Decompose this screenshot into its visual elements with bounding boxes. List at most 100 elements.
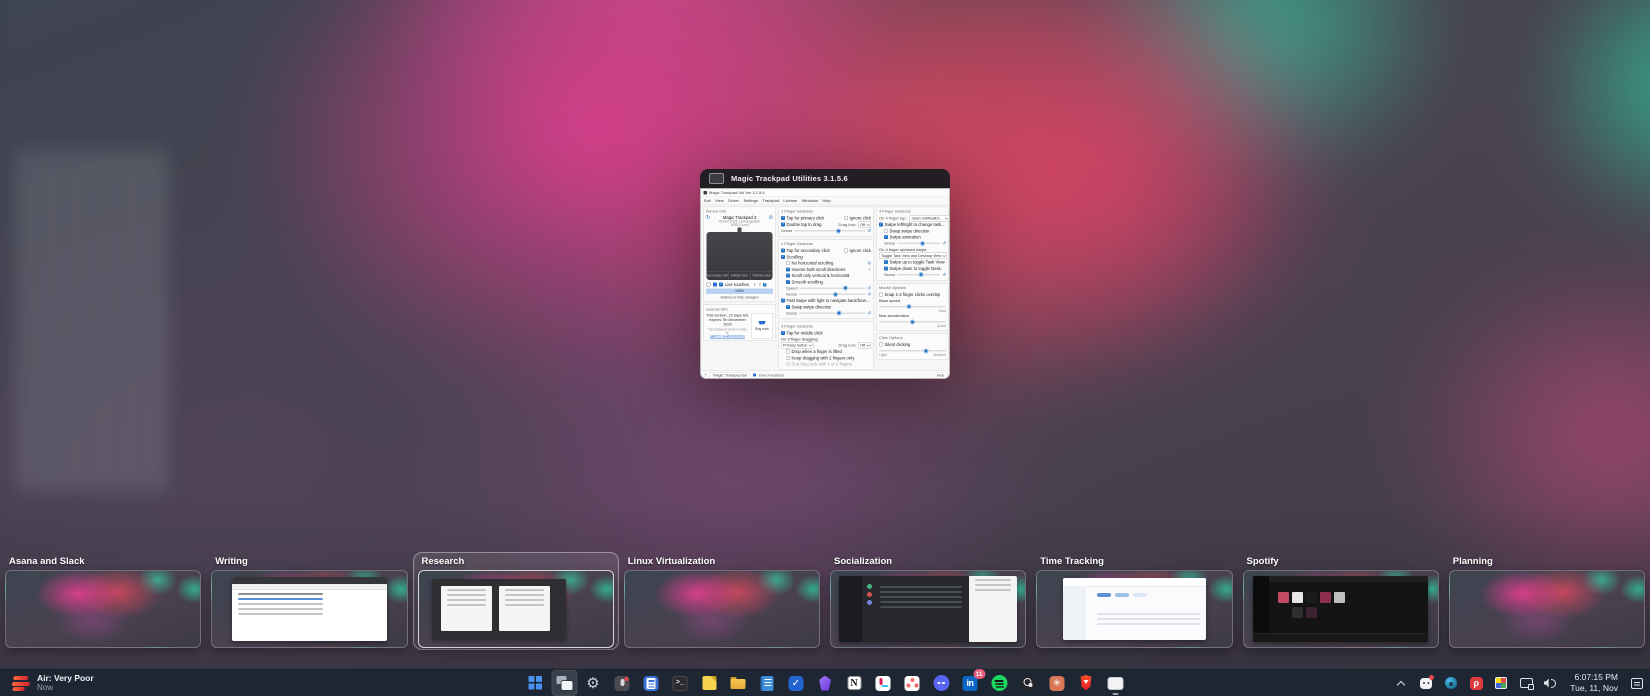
checkbox[interactable] (781, 248, 785, 253)
checkbox[interactable] (786, 261, 790, 266)
taskbar-clock[interactable]: 6:07:15 PM Tue, 11, Nov (1570, 672, 1618, 693)
live-touches-checkbox[interactable] (719, 282, 723, 287)
checkbox[interactable] (786, 355, 790, 360)
slider-knob[interactable] (836, 311, 841, 316)
taskbar-recorder-button[interactable] (609, 670, 635, 696)
tray-chevron-up-button[interactable] (1392, 674, 1410, 692)
taskbar-brave-button[interactable] (1073, 670, 1099, 696)
reset-icon[interactable]: ↺ (942, 272, 946, 277)
taskbar-discord-button[interactable] (928, 670, 954, 696)
taskbar-todo-button[interactable]: ✓ (783, 670, 809, 696)
checkbox[interactable] (879, 292, 883, 297)
taskbar-claude-button[interactable]: ✳ (1044, 670, 1070, 696)
slider-knob[interactable] (910, 319, 915, 324)
checkbox[interactable] (786, 349, 790, 354)
reset-icon[interactable]: ↺ (867, 286, 871, 291)
refresh-icon[interactable]: ↻ (706, 215, 711, 221)
menu-help[interactable]: Help (822, 198, 830, 203)
checkbox[interactable] (844, 248, 848, 253)
menu-driver[interactable]: Driver (728, 198, 739, 203)
taskbar-notepad-button[interactable] (754, 670, 780, 696)
desktop-thumbnail-planning[interactable] (1448, 570, 1645, 648)
checkbox[interactable] (884, 228, 888, 233)
taskbar-spotify-button[interactable] (986, 670, 1012, 696)
taskbar-sticky-notes-button[interactable] (696, 670, 722, 696)
slider-knob[interactable] (833, 292, 838, 297)
pager-3[interactable]: 3 (762, 282, 767, 287)
taskbar-slack-button[interactable] (870, 670, 896, 696)
slider-knob[interactable] (843, 286, 848, 291)
window-titlebar[interactable]: Magic Trackpad Util Ver 3.1.5.6 (701, 189, 949, 197)
desktop-thumbnail-writing[interactable] (211, 570, 408, 648)
desktop-thumbnail-spotify[interactable] (1242, 570, 1439, 648)
checkbox[interactable] (786, 304, 790, 309)
weather-widget[interactable]: Air: Very Poor Now (0, 669, 106, 696)
desktop-label-research[interactable]: Research (422, 556, 614, 567)
dropdown-toggle-task-view-and-desktop-view[interactable]: Toggle Task View and Desktop View (879, 252, 948, 259)
add-tab-icon[interactable]: + (704, 373, 707, 378)
checkbox[interactable] (879, 342, 883, 347)
desktop-label-planning[interactable]: Planning (1453, 556, 1645, 567)
hide-button[interactable]: Hide (933, 371, 948, 378)
taskbar-settings-button[interactable]: ⚙ (580, 670, 606, 696)
taskbar-asana-button[interactable] (899, 670, 925, 696)
slider[interactable] (798, 292, 866, 297)
taskbar-file-explorer-button[interactable] (725, 670, 751, 696)
desktop-thumbnail-asana-and-slack[interactable] (5, 570, 202, 648)
checkbox[interactable] (786, 273, 790, 278)
reset-icon[interactable]: ↺ (867, 311, 871, 316)
desktop-thumbnail-research[interactable] (417, 570, 614, 648)
taskbar-calculator-button[interactable] (638, 670, 664, 696)
desktop-label-writing[interactable]: Writing (215, 556, 407, 567)
checkbox[interactable] (786, 267, 790, 272)
taskbar-linkedin-button[interactable]: in 11 (957, 669, 985, 696)
tray-red-p-button[interactable]: ρ (1467, 674, 1485, 692)
taskbar-white-app-button[interactable] (1102, 670, 1128, 696)
slider-knob[interactable] (920, 241, 925, 246)
desktop-label-socialization[interactable]: Socialization (834, 556, 1026, 567)
checkbox[interactable] (781, 222, 785, 227)
checkbox[interactable] (884, 260, 888, 265)
reset-icon[interactable]: ↺ (942, 241, 946, 246)
menu-license[interactable]: License (783, 198, 797, 203)
tray-bot-button[interactable] (1417, 674, 1435, 692)
tray-color-grid-button[interactable] (1492, 674, 1510, 692)
menu-exit[interactable]: Exit (704, 198, 711, 203)
target-icon[interactable]: ◎ (769, 215, 773, 220)
buy-now-button[interactable]: Buy now (751, 313, 773, 339)
taskbar-terminal-button[interactable]: >_ (667, 670, 693, 696)
give-feedback-link[interactable]: Give Feedback (759, 373, 784, 378)
desktop-label-spotify[interactable]: Spotify (1247, 556, 1439, 567)
checkbox[interactable] (786, 362, 790, 367)
tray-paw-button[interactable] (1442, 674, 1460, 692)
pager-1[interactable]: 1 (753, 283, 757, 287)
magic-trackpad-utilities-window[interactable]: Magic Trackpad Util Ver 3.1.5.6 Exit View… (700, 188, 950, 379)
desktop-label-linux-virtualization[interactable]: Linux Virtualization (628, 556, 820, 567)
menu-windows[interactable]: Windows (802, 198, 818, 203)
slider[interactable] (879, 319, 946, 324)
tray-display-cast-button[interactable] (1517, 674, 1535, 692)
tray-volume-button[interactable] (1542, 674, 1560, 692)
slider[interactable] (896, 272, 941, 277)
checkbox[interactable] (884, 235, 888, 240)
dropdown-off[interactable]: Off (858, 221, 871, 228)
slider[interactable] (793, 228, 866, 233)
touch-display-icon[interactable] (713, 282, 717, 287)
desktop-label-asana-and-slack[interactable]: Asana and Slack (9, 556, 201, 567)
slider-knob[interactable] (918, 272, 923, 277)
slider[interactable] (798, 311, 866, 316)
slider[interactable] (799, 286, 866, 291)
checkbox[interactable] (884, 266, 888, 271)
slider[interactable] (896, 241, 941, 246)
notification-center-button[interactable] (1628, 674, 1646, 692)
dropdown-open-notification[interactable]: Open notification… (909, 215, 949, 222)
checkbox[interactable] (781, 330, 785, 335)
slider-knob[interactable] (923, 348, 928, 353)
taskbar-notion-button[interactable]: N (841, 670, 867, 696)
checkbox[interactable] (844, 216, 848, 221)
checkbox[interactable] (781, 254, 785, 259)
checkbox[interactable] (781, 216, 785, 221)
serial-link[interactable]: gkhPCr-3wkbhW2JVbn (706, 335, 749, 339)
slider[interactable] (879, 304, 946, 309)
reset-icon[interactable]: ↺ (867, 228, 871, 234)
